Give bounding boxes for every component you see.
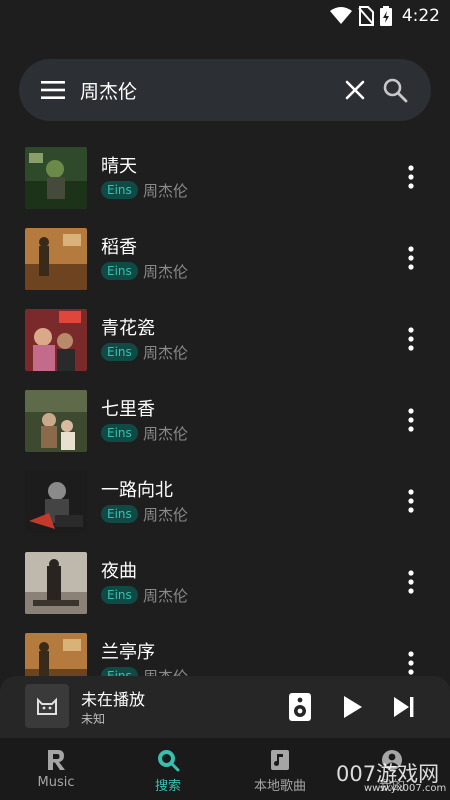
now-playing-subtitle: 未知 — [81, 712, 106, 726]
cat-icon — [37, 697, 57, 715]
song-artist: 周杰伦 — [143, 344, 189, 362]
song-row[interactable]: 青花瓷 Eins 周杰伦 — [0, 292, 450, 373]
search-icon — [158, 750, 180, 772]
now-playing-title: 未在播放 — [81, 690, 146, 709]
song-title: 晴天 — [101, 156, 137, 177]
nav-tab-search[interactable]: 搜索 — [112, 738, 224, 800]
source-badge: Eins — [101, 505, 138, 523]
album-cover — [25, 471, 87, 533]
music-file-icon — [271, 750, 289, 770]
source-badge: Eins — [101, 667, 138, 676]
song-row[interactable]: 兰亭序 Eins 周杰伦 — [0, 616, 450, 676]
search-icon[interactable] — [382, 77, 408, 103]
source-badge: Eins — [101, 343, 138, 361]
status-icons: 4:22 — [329, 6, 440, 26]
song-title: 青花瓷 — [101, 318, 155, 339]
nav-label: Music — [37, 775, 75, 790]
speaker-icon[interactable] — [288, 692, 312, 722]
song-title: 一路向北 — [101, 480, 173, 501]
song-row[interactable]: 夜曲 Eins 周杰伦 — [0, 535, 450, 616]
source-badge: Eins — [101, 181, 138, 199]
watermark-url: www.yx007.com — [364, 783, 447, 794]
now-playing-bar[interactable]: 未在播放 未知 — [0, 676, 450, 738]
song-title: 兰亭序 — [101, 642, 155, 663]
battery-charging-icon — [379, 6, 392, 26]
song-artist: 周杰伦 — [143, 425, 189, 443]
album-cover — [25, 147, 87, 209]
more-options-icon[interactable] — [400, 407, 422, 433]
song-artist: 周杰伦 — [143, 506, 189, 524]
song-title: 稻香 — [101, 237, 137, 258]
song-title: 夜曲 — [101, 561, 137, 582]
r-logo-icon — [48, 750, 65, 770]
status-time: 4:22 — [401, 6, 440, 26]
close-icon[interactable] — [343, 78, 367, 102]
status-bar: 4:22 — [0, 0, 450, 32]
nav-tab-local-songs[interactable]: 本地歌曲 — [224, 738, 336, 800]
song-list[interactable]: 晴天 Eins 周杰伦 稻香 Eins 周杰伦 青花瓷 Eins 周杰伦 七里香… — [0, 130, 450, 676]
album-cover — [25, 309, 87, 371]
source-badge: Eins — [101, 586, 138, 604]
more-options-icon[interactable] — [400, 326, 422, 352]
album-cover — [25, 390, 87, 452]
song-title: 七里香 — [101, 399, 155, 420]
more-options-icon[interactable] — [400, 245, 422, 271]
song-row[interactable]: 晴天 Eins 周杰伦 — [0, 130, 450, 211]
song-artist: 周杰伦 — [143, 263, 189, 281]
song-artist: 周杰伦 — [143, 666, 188, 676]
more-options-icon[interactable] — [400, 569, 422, 595]
song-row[interactable]: 稻香 Eins 周杰伦 — [0, 211, 450, 292]
album-cover — [25, 552, 87, 614]
album-cover — [25, 228, 87, 290]
menu-icon[interactable] — [41, 79, 65, 101]
wifi-icon — [329, 7, 352, 24]
nav-label: 本地歌曲 — [253, 779, 306, 794]
source-badge: Eins — [101, 424, 138, 442]
nav-tab-music[interactable]: Music — [0, 738, 112, 800]
album-cover — [25, 633, 87, 676]
search-bar[interactable]: 周杰伦 — [19, 59, 431, 121]
no-sim-icon — [358, 6, 374, 26]
play-icon[interactable] — [340, 694, 364, 720]
search-input[interactable]: 周杰伦 — [80, 77, 137, 104]
more-options-icon[interactable] — [400, 488, 422, 514]
source-badge: Eins — [101, 262, 138, 280]
song-row[interactable]: 一路向北 Eins 周杰伦 — [0, 454, 450, 535]
more-options-icon[interactable] — [400, 650, 422, 676]
more-options-icon[interactable] — [400, 164, 422, 190]
skip-next-icon[interactable] — [391, 694, 417, 720]
song-artist: 周杰伦 — [143, 182, 189, 200]
song-row[interactable]: 七里香 Eins 周杰伦 — [0, 373, 450, 454]
now-playing-cover — [25, 684, 69, 728]
nav-label: 搜索 — [154, 779, 181, 794]
song-artist: 周杰伦 — [143, 587, 189, 605]
